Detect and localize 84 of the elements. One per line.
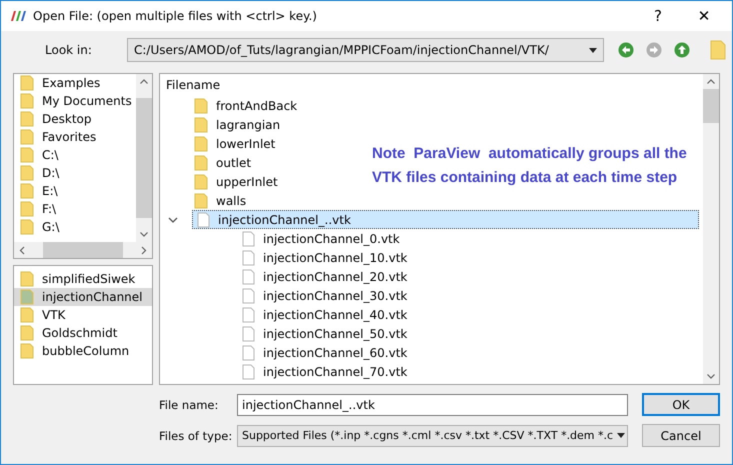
folder-icon — [194, 98, 208, 114]
file-icon — [242, 344, 255, 360]
up-icon[interactable] — [674, 42, 690, 58]
file-row[interactable]: outlet — [160, 153, 252, 172]
folder-icon — [20, 183, 34, 199]
file-row[interactable]: injectionChannel_30.vtk — [160, 286, 408, 305]
file-icon — [242, 306, 255, 322]
annotation-note: Note ParaView automatically groups all the VTK files containing data at each time step — [372, 144, 688, 188]
folder-icon — [20, 93, 34, 109]
file-type-label: Files of type: — [159, 428, 229, 442]
file-row[interactable]: injectionChannel_10.vtk — [160, 248, 408, 267]
folder-icon — [20, 289, 34, 305]
folder-icon — [194, 192, 208, 208]
dropdown-arrow-icon — [617, 433, 626, 438]
column-header[interactable]: Filename — [160, 74, 703, 96]
folder-icon — [20, 343, 34, 359]
look-in-label: Look in: — [45, 43, 93, 57]
folder-icon — [20, 325, 34, 341]
folder-icon — [20, 75, 34, 91]
horizontal-scrollbar[interactable] — [14, 242, 152, 258]
folder-item[interactable]: Goldschmidt — [14, 324, 152, 342]
dialog-button[interactable]: Cancel — [642, 424, 720, 447]
help-button[interactable]: ? — [638, 7, 678, 25]
file-name-label: File name: — [159, 398, 220, 412]
scrollbar-thumb[interactable] — [43, 242, 123, 258]
folder-item[interactable]: Examples — [14, 74, 136, 92]
folder-icon — [194, 136, 208, 152]
file-row[interactable]: walls — [160, 191, 246, 210]
window-title: Open File: (open multiple files with <ctrl> key.) — [33, 9, 318, 23]
file-type-dropdown[interactable]: Supported Files (*.inp *.cgns *.cml *.csv *.txt *.CSV *.TXT *.dem *.c — [237, 424, 628, 446]
folder-icon — [194, 116, 208, 132]
file-row[interactable]: upperInlet — [160, 172, 278, 191]
back-icon[interactable] — [618, 42, 634, 58]
close-button[interactable]: ✕ — [684, 7, 724, 25]
folder-icon — [20, 129, 34, 145]
file-row[interactable]: injectionChannel_0.vtk — [160, 229, 400, 248]
expand-toggle[interactable] — [166, 216, 180, 222]
folder-icon — [194, 174, 208, 190]
file-name-field[interactable]: injectionChannel_..vtk — [237, 394, 628, 416]
file-icon — [197, 212, 210, 228]
file-row[interactable]: injectionChannel_20.vtk — [160, 267, 408, 286]
file-icon — [242, 288, 255, 304]
file-row[interactable]: injectionChannel_60.vtk — [160, 343, 408, 362]
file-row[interactable]: lowerInlet — [160, 134, 276, 153]
file-row[interactable]: frontAndBack — [160, 96, 298, 115]
folder-item[interactable]: F:\ — [14, 200, 136, 218]
scrollbar-thumb[interactable] — [136, 98, 152, 218]
folder-item[interactable]: Desktop — [14, 110, 136, 128]
folder-icon — [20, 271, 34, 287]
folder-item[interactable]: VTK — [14, 306, 152, 324]
file-row[interactable]: injectionChannel_70.vtk — [160, 362, 408, 381]
folder-icon — [20, 219, 34, 235]
file-row[interactable]: lagrangian — [160, 115, 280, 134]
folder-item[interactable]: D:\ — [14, 164, 136, 182]
scrollbar-thumb[interactable] — [703, 89, 719, 123]
forward-icon[interactable] — [646, 42, 662, 58]
folder-icon — [194, 154, 208, 170]
folder-item[interactable]: Favorites — [14, 128, 136, 146]
dropdown-arrow-icon — [589, 48, 597, 52]
file-icon — [242, 250, 255, 266]
folder-icon — [20, 147, 34, 163]
folder-item[interactable]: injectionChannel — [14, 288, 152, 306]
file-icon — [242, 364, 255, 380]
vertical-scrollbar[interactable] — [703, 74, 719, 384]
folder-icon — [20, 165, 34, 181]
folder-icon — [20, 201, 34, 217]
file-icon — [242, 230, 255, 246]
folder-item[interactable]: C:\ — [14, 146, 136, 164]
folder-item[interactable]: G:\ — [14, 218, 136, 236]
file-icon — [242, 326, 255, 342]
vertical-scrollbar[interactable] — [136, 74, 152, 242]
file-row[interactable]: injectionChannel_40.vtk — [160, 305, 408, 324]
file-row[interactable]: injectionChannel_50.vtk — [160, 324, 408, 343]
folder-item[interactable]: bubbleColumn — [14, 342, 152, 360]
folder-icon — [20, 111, 34, 127]
look-in-dropdown[interactable]: C:/Users/AMOD/of_Tuts/lagrangian/MPPICFoam/injectionChannel/VTK/ — [127, 38, 604, 62]
folder-icon — [20, 307, 34, 323]
folder-item[interactable]: E:\ — [14, 182, 136, 200]
file-group-row[interactable]: injectionChannel_..vtk — [192, 210, 699, 229]
folder-item[interactable]: My Documents — [14, 92, 136, 110]
app-logo-icon — [9, 10, 27, 22]
file-icon — [242, 268, 255, 284]
dialog-button[interactable]: OK — [642, 393, 720, 416]
folder-item[interactable]: simplifiedSiwek — [14, 270, 152, 288]
